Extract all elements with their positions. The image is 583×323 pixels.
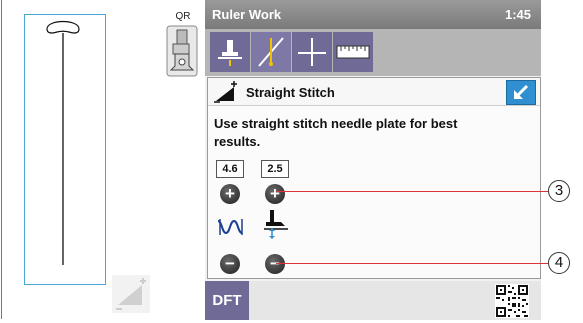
qr-code-button[interactable] xyxy=(495,284,529,318)
clock: 1:45 xyxy=(504,7,531,22)
stitch-panel: Straight Stitch Use straight stitch need… xyxy=(207,77,541,279)
callout-4: 4 xyxy=(548,252,570,274)
length-plus-button[interactable]: + xyxy=(265,184,285,204)
mode-toolbar xyxy=(205,29,541,76)
length-minus-button[interactable]: − xyxy=(265,254,285,274)
default-settings-button[interactable]: DFT xyxy=(205,281,249,320)
stitch-length-value: 2.5 xyxy=(261,160,289,178)
straight-stitch-preview-icon xyxy=(46,20,80,265)
ruler-work-tab[interactable] xyxy=(210,32,250,72)
callout-line-4 xyxy=(276,263,548,264)
diagonal-stitch-tab[interactable] xyxy=(251,32,291,72)
presser-foot-icon xyxy=(166,25,198,77)
instruction-message: Use straight stitch needle plate for bes… xyxy=(214,116,458,149)
ruler-icon xyxy=(336,45,370,59)
width-minus-button[interactable]: − xyxy=(220,254,240,274)
stitch-name: Straight Stitch xyxy=(246,85,335,100)
callout-line-3 xyxy=(276,191,548,192)
alignment-tab[interactable] xyxy=(292,32,332,72)
qr-foot-indicator: QR xyxy=(165,11,201,79)
stitch-width-icon xyxy=(216,217,246,237)
qr-code-icon xyxy=(495,284,529,318)
bottom-bar: DFT xyxy=(205,281,541,320)
diagonal-arrow-icon xyxy=(514,84,529,99)
ruler-tab[interactable] xyxy=(333,32,373,72)
stitch-width-value: 4.6 xyxy=(216,160,244,178)
stitch-header: Straight Stitch xyxy=(208,78,540,106)
ruler-foot-icon xyxy=(218,40,242,66)
machine-screen: Ruler Work 1:45 Straight Stitch Use stra… xyxy=(205,0,541,320)
crosshair-icon xyxy=(298,38,326,66)
straight-stitch-mode-icon xyxy=(214,81,238,103)
page-title: Ruler Work xyxy=(212,7,282,22)
stitch-mode-icon xyxy=(112,275,150,313)
stitch-length-icon xyxy=(261,208,291,240)
width-plus-button[interactable]: + xyxy=(220,184,240,204)
callout-3: 3 xyxy=(548,180,570,202)
stitch-preview-panel: QR xyxy=(1,0,206,319)
title-bar: Ruler Work 1:45 xyxy=(205,0,541,29)
collapse-button[interactable] xyxy=(506,80,536,105)
foot-label: QR xyxy=(175,11,191,22)
stitch-preview-frame xyxy=(24,14,106,285)
diagonal-needle-icon xyxy=(258,37,284,67)
